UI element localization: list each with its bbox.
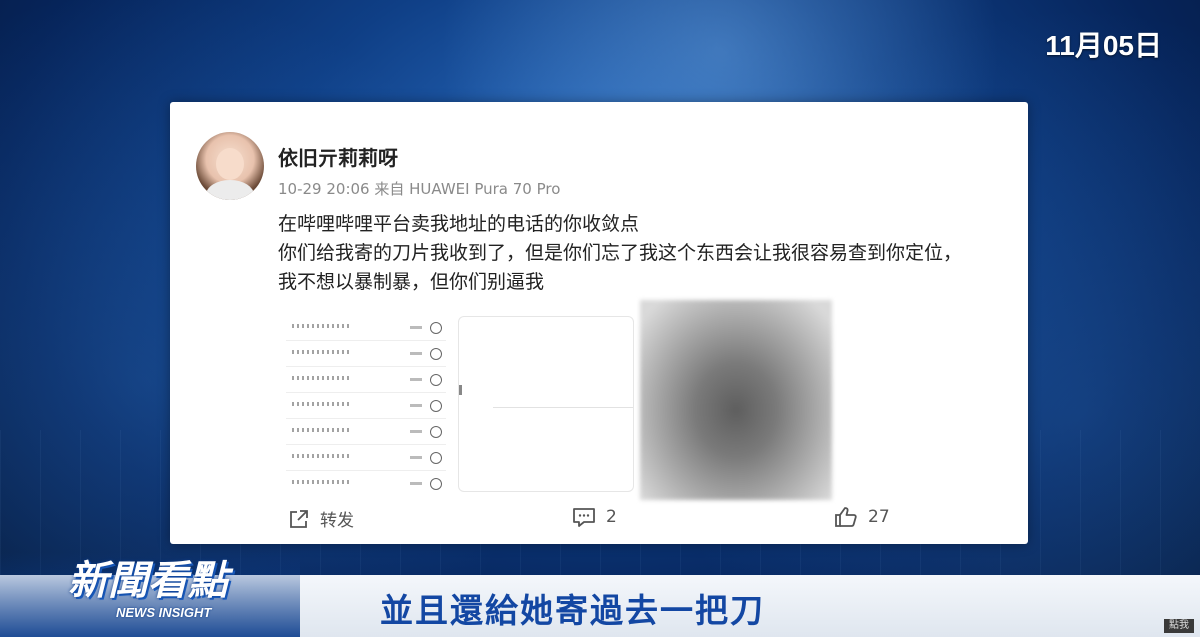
- comment-icon: [572, 506, 596, 528]
- post-line: 在哔哩哔哩平台卖我地址的电话的你收敛点: [278, 213, 640, 235]
- post-line: 你们给我寄的刀片我收到了，但是你们忘了我这个东西会让我很容易查到你定位，: [278, 242, 963, 264]
- list-row: [286, 474, 446, 492]
- comment-button[interactable]: 2: [572, 506, 617, 528]
- avatar[interactable]: [196, 132, 264, 200]
- scroll-marker: [459, 385, 462, 395]
- post-line: 我不想以暴制暴，但你们别逼我: [278, 271, 545, 293]
- post-image-blank-screenshot[interactable]: [458, 316, 634, 492]
- post-image-list-screenshot[interactable]: [278, 314, 448, 492]
- post-actions: 转发 2 27: [170, 500, 1028, 536]
- avatar-face: [216, 148, 244, 180]
- divider: [493, 407, 633, 408]
- like-count: 27: [868, 507, 890, 527]
- thumbs-up-icon: [834, 506, 858, 528]
- comment-count: 2: [606, 507, 617, 527]
- subtitle-text: 並且還給她寄過去一把刀: [380, 591, 765, 630]
- program-logo: 新聞看點: [68, 558, 228, 604]
- list-row: [286, 396, 446, 419]
- list-row: [286, 370, 446, 393]
- post-username[interactable]: 依旧亓莉莉呀: [278, 142, 398, 171]
- post-source: 来自 HUAWEI Pura 70 Pro: [374, 180, 561, 198]
- post-image-blurred-photo[interactable]: [640, 300, 832, 500]
- weibo-post-card: 依旧亓莉莉呀 10-29 20:06 来自 HUAWEI Pura 70 Pro…: [170, 102, 1028, 544]
- share-button[interactable]: 转发: [288, 506, 354, 531]
- like-button[interactable]: 27: [834, 506, 890, 528]
- list-row: [286, 448, 446, 471]
- corner-badge[interactable]: 點我: [1164, 619, 1194, 633]
- list-row: [286, 422, 446, 445]
- post-timestamp: 10-29 20:06: [278, 180, 370, 198]
- list-row: [286, 344, 446, 367]
- post-meta: 10-29 20:06 来自 HUAWEI Pura 70 Pro: [278, 178, 560, 199]
- share-label: 转发: [320, 511, 354, 531]
- avatar-body: [206, 180, 254, 200]
- broadcast-date: 11月05日: [1045, 30, 1162, 61]
- program-logo-english: NEWS INSIGHT: [116, 605, 212, 620]
- list-row: [286, 318, 446, 341]
- share-icon: [288, 508, 310, 530]
- post-body: 在哔哩哔哩平台卖我地址的电话的你收敛点 你们给我寄的刀片我收到了，但是你们忘了我…: [278, 210, 1018, 297]
